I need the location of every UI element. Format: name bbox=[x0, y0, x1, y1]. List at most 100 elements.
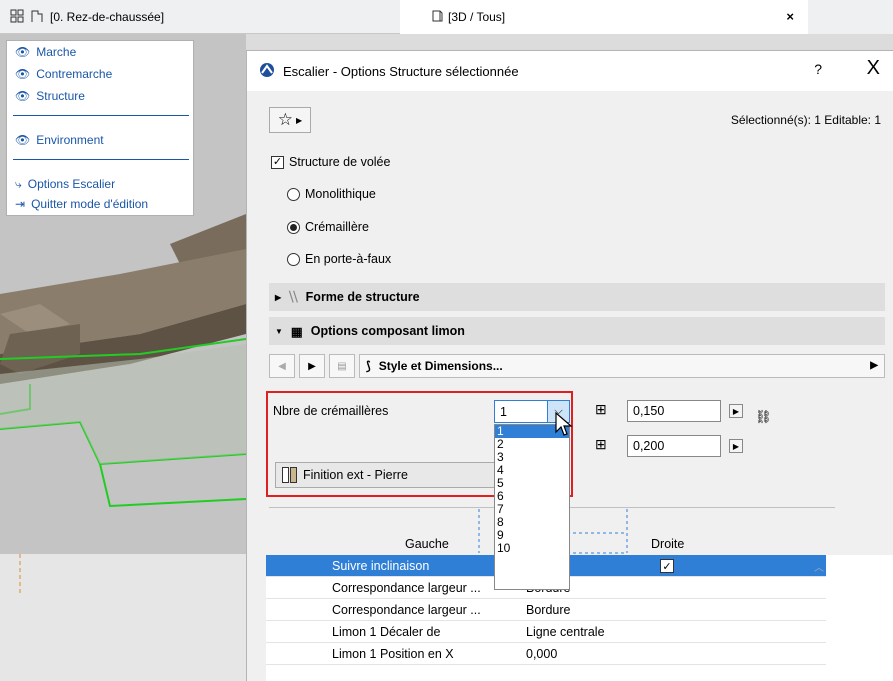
radio-porte-a-faux[interactable]: En porte-à-faux bbox=[287, 252, 391, 266]
archicad-logo-icon bbox=[259, 62, 275, 81]
width-field[interactable]: 0,150 bbox=[627, 400, 721, 422]
dropdown-option[interactable]: 10 bbox=[495, 542, 569, 555]
height-field[interactable]: 0,200 bbox=[627, 435, 721, 457]
selection-info: Sélectionné(s): 1 Editable: 1 bbox=[730, 113, 881, 127]
row-value: Ligne centrale bbox=[526, 624, 605, 639]
menu-item-label: Marche bbox=[36, 45, 77, 59]
height-arrow-button[interactable]: ▶ bbox=[729, 439, 743, 453]
floorplan-icon bbox=[30, 9, 44, 26]
tab-bar-empty bbox=[808, 0, 893, 34]
row-name: Suivre inclinaison bbox=[332, 558, 430, 573]
close-tab-button[interactable]: × bbox=[786, 9, 794, 24]
section-forme-structure[interactable]: ▶ ⧹⧹ Forme de structure bbox=[269, 283, 885, 311]
next-button[interactable]: ▶ bbox=[299, 354, 325, 378]
dropdown-option[interactable]: 8 bbox=[495, 516, 569, 529]
stair-options-icon: ⤷ bbox=[15, 176, 22, 191]
column-header-left: Gauche bbox=[405, 537, 449, 551]
radio-button[interactable] bbox=[287, 220, 300, 234]
favorites-button[interactable]: ☆ ▶ bbox=[269, 107, 311, 133]
tab-3d[interactable]: [3D / Tous] × bbox=[400, 0, 808, 34]
chevron-right-icon: ▶ bbox=[296, 115, 303, 125]
chevron-right-icon: ▶ bbox=[275, 292, 282, 302]
dropdown-option[interactable]: 6 bbox=[495, 490, 569, 503]
cube-icon bbox=[430, 9, 444, 26]
table-row[interactable]: Limon 1 Position en X 0,000 bbox=[266, 643, 826, 665]
stringer-options-icon: ▦ bbox=[290, 324, 303, 339]
chain-link-icon: ⛓ bbox=[755, 409, 772, 424]
combo-value: 1 bbox=[500, 404, 507, 419]
tab-3d-label: [3D / Tous] bbox=[448, 10, 506, 24]
previous-button[interactable]: ◀ bbox=[269, 354, 295, 378]
row-name: Limon 1 Position en X bbox=[332, 646, 454, 661]
menu-item-environment[interactable]: 👁 Environment bbox=[15, 131, 104, 149]
help-button[interactable]: ? bbox=[814, 61, 822, 77]
section-options-limon[interactable]: ▼ ▦ Options composant limon bbox=[269, 317, 885, 345]
edit-mode-menu: 👁 Marche 👁 Contremarche 👁 Structure 👁 En… bbox=[6, 40, 194, 216]
nbre-cremailleres-label: Nbre de crémaillères bbox=[273, 404, 388, 418]
style-dimensions-dropdown[interactable]: ⟆ Style et Dimensions... ▶ bbox=[359, 354, 885, 378]
width-icon: ⊞ bbox=[595, 401, 607, 417]
dropdown-option[interactable]: 4 bbox=[495, 464, 569, 477]
radio-label: Crémaillère bbox=[305, 220, 369, 234]
field-label: Nbre de crémaillères bbox=[273, 404, 389, 418]
menu-item-label: Structure bbox=[36, 89, 85, 103]
row-name: Limon 1 Décaler de bbox=[332, 624, 441, 639]
eye-icon: 👁 bbox=[15, 133, 31, 147]
structure-shape-icon: ⧹⧹ bbox=[289, 289, 298, 304]
dropdown-option[interactable]: 2 bbox=[495, 438, 569, 451]
structure-checkbox-label: Structure de volée bbox=[289, 155, 391, 169]
dialog-close-button[interactable]: X bbox=[867, 57, 880, 80]
radio-label: En porte-à-faux bbox=[305, 252, 392, 266]
nbre-dropdown-list[interactable]: 1 2 3 4 5 6 7 8 9 10 bbox=[494, 424, 570, 590]
menu-item-label: Environment bbox=[36, 133, 104, 147]
menu-item-contremarche[interactable]: 👁 Contremarche bbox=[15, 65, 112, 83]
radio-button[interactable] bbox=[287, 187, 300, 201]
finish-material-button[interactable]: Finition ext - Pierre bbox=[275, 462, 497, 488]
dialog-title: Escalier - Options Structure sélectionné… bbox=[283, 63, 519, 79]
radio-button[interactable] bbox=[287, 252, 300, 266]
table-row[interactable]: Correspondance largeur ... Bordure bbox=[266, 599, 826, 621]
column-header-right: Droite bbox=[651, 537, 685, 551]
menu-item-quit-edit[interactable]: ⇥ Quitter mode d'édition bbox=[15, 195, 148, 213]
dropdown-option[interactable]: 7 bbox=[495, 503, 569, 516]
grid-icon bbox=[10, 9, 24, 26]
component-icon-button[interactable]: ▤ bbox=[329, 354, 355, 378]
finish-label: Finition ext - Pierre bbox=[303, 468, 408, 482]
structure-checkbox-row[interactable]: ✓ Structure de volée bbox=[271, 155, 390, 169]
section-label: Options composant limon bbox=[310, 324, 465, 338]
row-value: Bordure bbox=[526, 602, 571, 617]
menu-item-marche[interactable]: 👁 Marche bbox=[15, 43, 76, 61]
menu-item-options-escalier[interactable]: ⤷ Options Escalier bbox=[15, 175, 115, 193]
menu-divider bbox=[13, 159, 189, 160]
chevron-right-icon: ▶ bbox=[870, 360, 878, 371]
menu-item-label: Options Escalier bbox=[27, 177, 116, 191]
menu-item-label: Quitter mode d'édition bbox=[31, 197, 149, 211]
component-navbar: ◀ ▶ ▤ ⟆ Style et Dimensions... ▶ bbox=[269, 353, 885, 379]
height-icon: ⊞ bbox=[595, 436, 607, 452]
checkbox-checked[interactable]: ✓ bbox=[660, 559, 674, 573]
dropdown-option[interactable]: 5 bbox=[495, 477, 569, 490]
stair-icon: ⟆ bbox=[366, 359, 371, 373]
chevron-down-icon: ▼ bbox=[275, 326, 283, 336]
row-name: Correspondance largeur ... bbox=[332, 602, 481, 617]
width-arrow-button[interactable]: ▶ bbox=[729, 404, 743, 418]
scroll-up-icon[interactable]: ︿ bbox=[814, 559, 824, 574]
eye-icon: 👁 bbox=[15, 67, 31, 81]
dropdown-option[interactable]: 3 bbox=[495, 451, 569, 464]
exit-icon: ⇥ bbox=[15, 197, 26, 211]
menu-item-structure[interactable]: 👁 Structure bbox=[15, 87, 85, 105]
menu-divider bbox=[13, 115, 189, 116]
structure-checkbox[interactable]: ✓ bbox=[271, 155, 284, 169]
section-label: Forme de structure bbox=[305, 290, 420, 304]
star-icon: ☆ bbox=[277, 110, 294, 129]
radio-monolithique[interactable]: Monolithique bbox=[287, 187, 376, 201]
tab-bar: [0. Rez-de-chaussée] [3D / Tous] × bbox=[0, 0, 893, 34]
tab-floorplan[interactable]: [0. Rez-de-chaussée] bbox=[0, 0, 400, 34]
row-name: Correspondance largeur ... bbox=[332, 580, 481, 595]
eye-icon: 👁 bbox=[15, 45, 31, 59]
tab-floorplan-label: [0. Rez-de-chaussée] bbox=[50, 10, 165, 24]
mouse-cursor-icon bbox=[555, 412, 573, 436]
material-swatch-icon bbox=[282, 467, 297, 483]
table-row[interactable]: Limon 1 Décaler de Ligne centrale bbox=[266, 621, 826, 643]
radio-cremaillere[interactable]: Crémaillère bbox=[287, 220, 369, 234]
